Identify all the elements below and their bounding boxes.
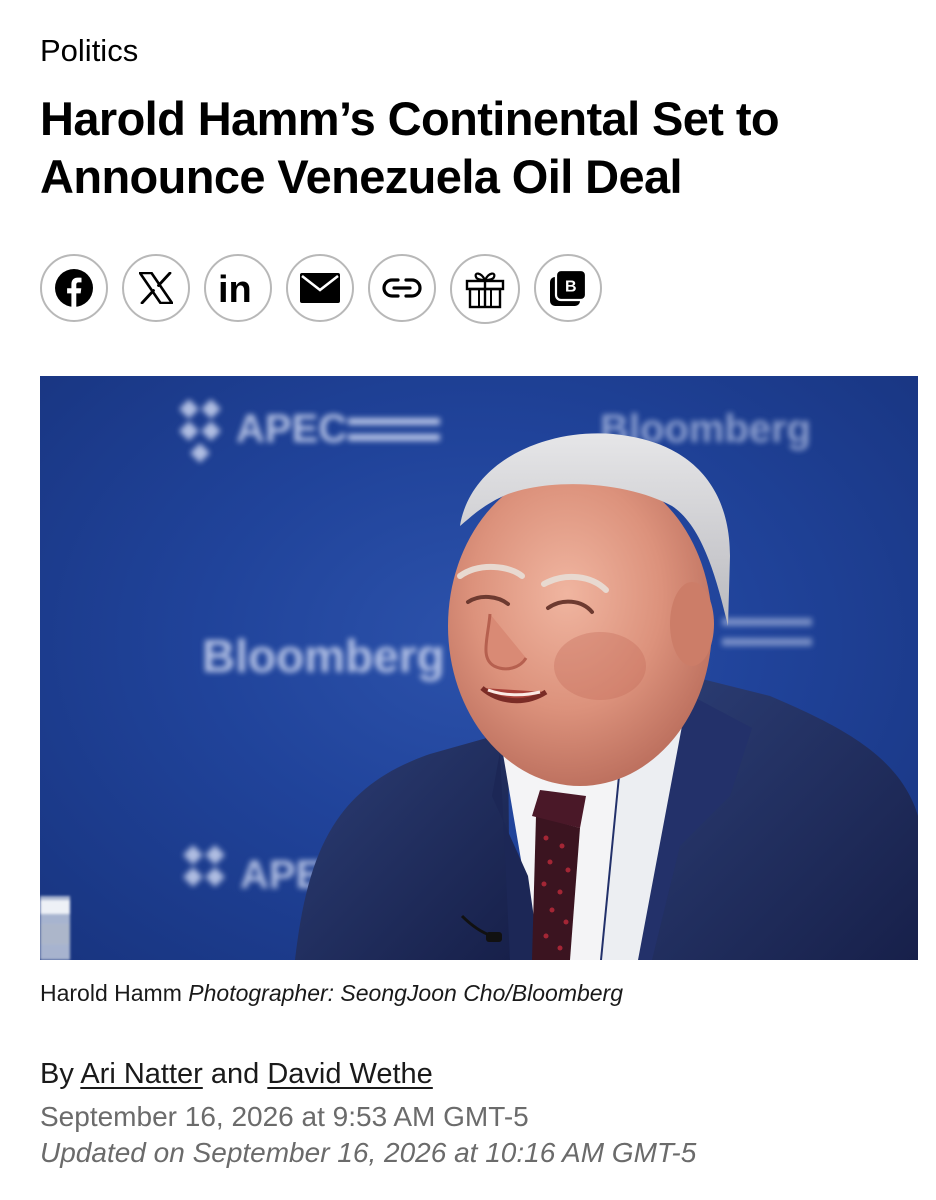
svg-text:APEC: APEC (236, 407, 347, 451)
gift-icon (465, 269, 505, 309)
share-facebook-button[interactable] (40, 254, 108, 322)
updated-date: Updated on September 16, 2026 at 10:16 A… (40, 1137, 697, 1168)
author-link-ari-natter[interactable]: Ari Natter (80, 1058, 202, 1090)
link-icon (382, 277, 422, 299)
byline-prefix: By (40, 1058, 74, 1090)
copy-link-button[interactable] (368, 254, 436, 322)
caption-subject: Harold Hamm (40, 980, 182, 1006)
svg-text:B: B (565, 279, 577, 296)
section-label-politics[interactable]: Politics (40, 31, 138, 71)
gift-article-button[interactable] (450, 254, 520, 324)
email-icon (300, 273, 340, 303)
share-email-button[interactable] (286, 254, 354, 322)
bloomberg-b-icon: B (548, 268, 588, 308)
photo-caption: Harold Hamm Photographer: SeongJoon Cho/… (40, 978, 623, 1008)
facebook-icon (55, 269, 93, 307)
byline-conjunction: and (210, 1058, 260, 1090)
x-icon (139, 272, 173, 304)
share-toolbar: in B (40, 254, 602, 324)
byline: By Ari Natter and David Wethe (40, 1055, 433, 1093)
bloomberg-app-button[interactable]: B (534, 254, 602, 322)
article-hero-photo: APEC Bloomberg Bloomberg APE (40, 376, 918, 960)
linkedin-icon: in (218, 271, 258, 305)
article-headline: Harold Hamm’s Continental Set to Announc… (40, 92, 780, 203)
share-x-button[interactable] (122, 254, 190, 322)
share-linkedin-button[interactable]: in (204, 254, 272, 322)
svg-text:in: in (218, 271, 252, 305)
svg-text:Bloomberg: Bloomberg (202, 630, 445, 682)
published-date: September 16, 2026 at 9:53 AM GMT-5 (40, 1101, 529, 1132)
author-link-david-wethe[interactable]: David Wethe (267, 1058, 433, 1090)
caption-credit: Photographer: SeongJoon Cho/Bloomberg (188, 980, 624, 1006)
